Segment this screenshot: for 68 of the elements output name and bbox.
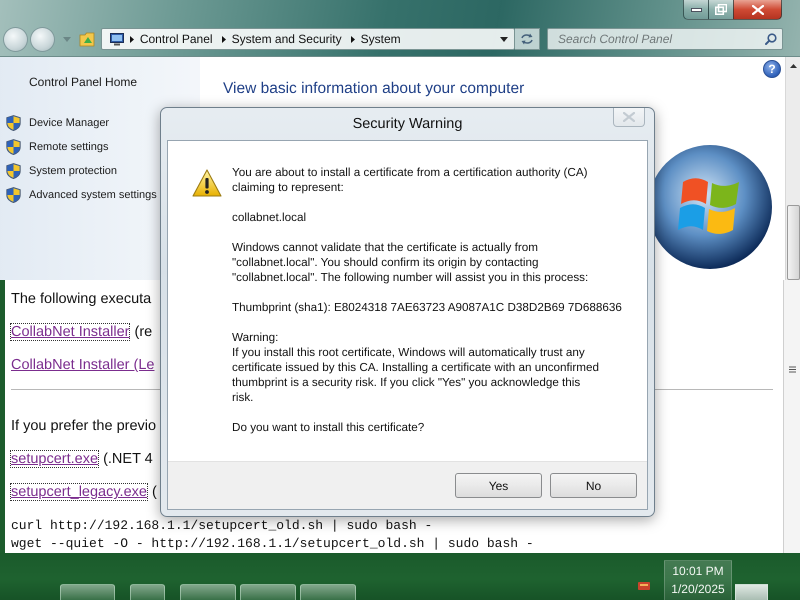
page-text: If you prefer the previo (11, 418, 156, 434)
code-line: curl http://192.168.1.1/setupcert_old.sh | sudo bash - (11, 517, 432, 535)
computer-icon (110, 32, 124, 46)
page-text: ( (152, 484, 157, 500)
dialog-button[interactable]: No (550, 473, 637, 498)
shield-icon (6, 163, 21, 179)
page-text: (.NET 4 (103, 450, 153, 467)
dialog-text: Do you want to install this certificate? (232, 420, 426, 435)
dialog-text: Windows cannot validate that the certificate is actually from "collabnet.local". You should confirm its origin by contacting "collabnet.local". The following number will assist you in this process: (232, 240, 590, 285)
clock-time: 10:01 PM (672, 565, 724, 578)
taskbar-button[interactable] (60, 584, 115, 600)
forward-button[interactable] (30, 26, 55, 52)
breadcrumb-separator-icon (350, 36, 355, 43)
dialog-text: collabnet.local (232, 210, 308, 225)
search-field[interactable]: Search Control Panel (547, 28, 783, 50)
breadcrumb-item[interactable]: System and Security (232, 32, 342, 46)
minimize-button[interactable] (683, 0, 709, 20)
breadcrumb-item[interactable]: System (360, 32, 401, 46)
sidebar-link[interactable]: Control Panel Home (29, 75, 138, 90)
page-text: (re (134, 324, 152, 340)
dialog-text: You are about to install a certificate from a certification authority (CA) claiming to represent: (232, 165, 589, 195)
warning-icon (192, 169, 222, 197)
download-link[interactable]: setupcert_legacy.exe (11, 484, 147, 500)
dialog-text: Thumbprint (sha1): E8024318 7AE63723 A9087A1C D38D2B69 7D688636 (232, 300, 622, 315)
address-field[interactable]: Control Panel System and Security System (100, 28, 516, 50)
shield-icon (6, 115, 21, 131)
caret-icon (62, 36, 71, 42)
maximize-button[interactable] (708, 0, 734, 20)
taskbar-button[interactable] (240, 584, 296, 600)
download-link[interactable]: CollabNet Installer (Le (11, 357, 154, 374)
show-desktop-button[interactable] (735, 584, 768, 600)
restore-icon (715, 4, 727, 15)
breadcrumb-separator-icon (222, 36, 226, 43)
caret-icon (500, 36, 508, 42)
close-button[interactable] (733, 0, 782, 20)
page-text: The following executa (11, 290, 152, 307)
refresh-button[interactable] (515, 28, 540, 50)
clock-date: 1/20/2025 (671, 583, 725, 596)
sidebar-item[interactable]: Device Manager (0, 111, 110, 135)
scrollbar-grip-icon[interactable] (788, 366, 796, 373)
minimize-icon (690, 8, 702, 12)
search-icon[interactable] (765, 33, 777, 46)
page-heading: View basic information about your computer (223, 79, 524, 98)
download-link[interactable]: CollabNet Installer (11, 324, 130, 340)
download-link[interactable]: setupcert.exe (11, 450, 98, 467)
dialog-title: Security Warning (352, 116, 462, 132)
clock-panel[interactable]: 10:01 PM 1/20/2025 (664, 560, 732, 600)
close-icon (623, 112, 635, 122)
code-line: wget --quiet -O - http://192.168.1.1/setupcert_old.sh | sudo bash - (11, 535, 534, 553)
shield-icon (6, 139, 21, 155)
sidebar-item[interactable]: System protection (0, 159, 118, 183)
scrollbar-thumb[interactable] (786, 205, 800, 280)
breadcrumb-separator-icon (130, 36, 134, 43)
dialog-text: Warning: If you install this root certificate, Windows will automatically trust any certificate issued by this CA. Installing a certificate with an unconfirmed thumbprint is a security risk. If you click "Yes" you acknowledge this risk. (232, 330, 600, 405)
shield-icon (6, 187, 21, 203)
taskbar-button[interactable] (130, 584, 165, 600)
back-button[interactable] (3, 26, 28, 52)
sidebar-item[interactable]: Advanced system settings (0, 183, 157, 207)
sidebar-item[interactable]: Remote settings (0, 135, 108, 159)
tray-icon[interactable] (638, 582, 650, 590)
taskbar-button[interactable] (300, 584, 356, 600)
breadcrumb-item[interactable]: Control Panel (140, 32, 213, 46)
scroll-up-arrow-icon[interactable] (790, 64, 796, 68)
folder-icon[interactable] (78, 30, 96, 48)
refresh-icon (520, 33, 534, 46)
close-icon (752, 4, 764, 14)
taskbar-button[interactable] (180, 584, 236, 600)
dialog-button[interactable]: Yes (455, 473, 542, 498)
